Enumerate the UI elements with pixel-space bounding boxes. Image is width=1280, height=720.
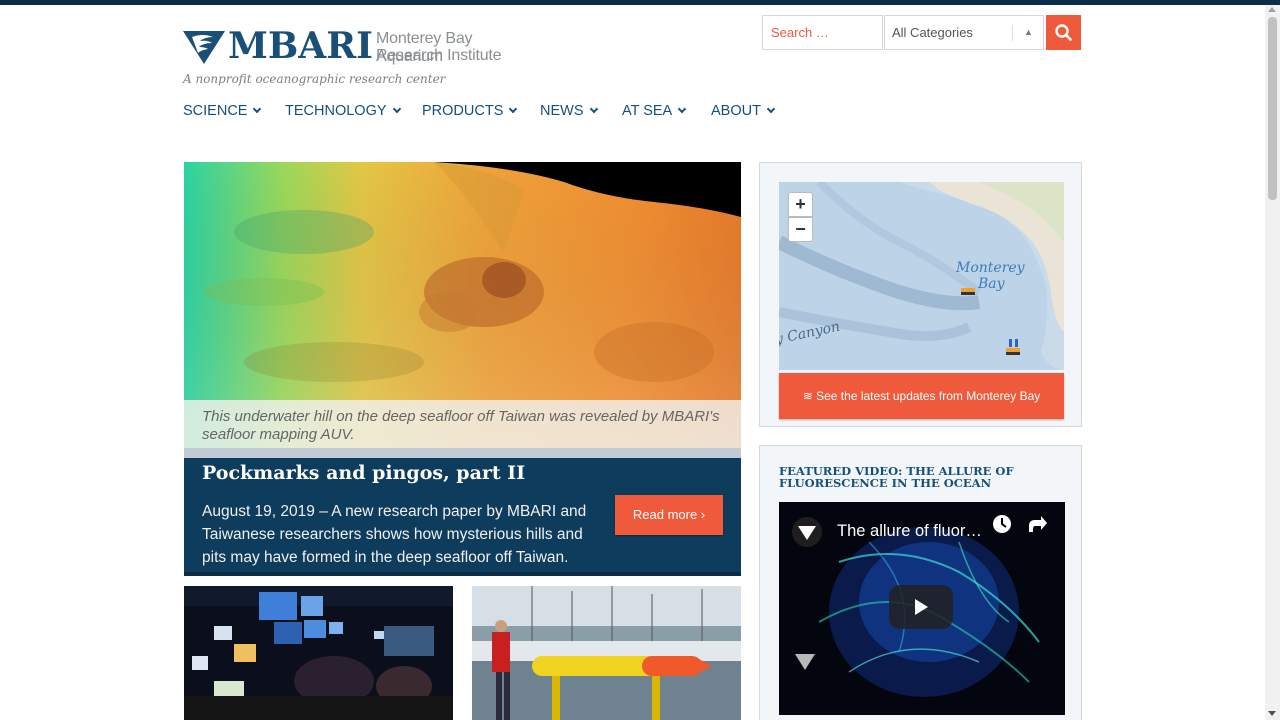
nav-products-label: PRODUCTS (422, 103, 504, 119)
category-select-value: All Categories (892, 25, 973, 40)
read-more-button[interactable]: Read more › (615, 495, 723, 535)
logo-subtitle-line2: Research Institute (376, 47, 502, 64)
chevron-down-icon (766, 104, 776, 114)
nav-about-label: ABOUT (711, 103, 761, 119)
featured-story-summary: August 19, 2019 – A new research paper b… (202, 503, 587, 566)
select-divider (1012, 25, 1013, 41)
nav-news[interactable]: NEWS (540, 103, 598, 119)
nav-science-label: SCIENCE (183, 103, 248, 119)
auv-marina-thumbnail[interactable] (472, 586, 741, 720)
search-icon (1055, 24, 1072, 41)
video-title[interactable]: The allure of fluorescence in the ocean (837, 522, 987, 541)
map-label-bay: Bay (978, 276, 1005, 292)
nav-at-sea-label: AT SEA (622, 103, 673, 119)
monterey-bay-map-widget: Monterey Bay y Canyon + − ≋ See the late… (759, 162, 1082, 427)
scrollbar-thumb[interactable] (1268, 17, 1277, 200)
nav-products[interactable]: PRODUCTS (422, 103, 518, 119)
nav-news-label: NEWS (540, 103, 584, 119)
chevron-down-icon (677, 104, 687, 114)
play-button[interactable] (889, 585, 953, 629)
nav-science[interactable]: SCIENCE (183, 103, 262, 119)
select-arrows-icon: ▲ (1024, 27, 1033, 37)
hero-caption: This underwater hill on the deep seafloo… (184, 400, 741, 448)
monterey-updates-button[interactable]: ≋ See the latest updates from Monterey B… (779, 373, 1064, 419)
nav-at-sea[interactable]: AT SEA (622, 103, 687, 119)
map-label-monterey: Monterey (956, 260, 1025, 276)
logo-wordmark: MBARI (228, 25, 373, 67)
chevron-down-icon (392, 104, 401, 114)
map-tiles (779, 182, 1064, 370)
site-tagline: A nonprofit oceanographic research cente… (183, 72, 446, 86)
featured-video-player[interactable]: The allure of fluorescence in the ocean (779, 502, 1065, 715)
hero-divider (184, 448, 741, 458)
featured-video-widget: FEATURED VIDEO: THE ALLURE OF FLUORESCEN… (759, 445, 1082, 720)
page-scrollbar[interactable] (1265, 5, 1280, 720)
control-room-thumbnail[interactable] (184, 586, 453, 720)
chevron-down-icon (509, 104, 518, 114)
nav-technology[interactable]: TECHNOLOGY (285, 103, 401, 119)
search-button[interactable] (1046, 15, 1081, 50)
chevron-down-icon (589, 104, 598, 114)
play-icon (915, 599, 928, 615)
top-accent-bar (0, 0, 1280, 5)
scroll-up-icon[interactable] (1268, 7, 1276, 12)
monterey-bay-map[interactable]: Monterey Bay y Canyon + − (779, 182, 1064, 370)
map-zoom-in-button[interactable]: + (788, 192, 813, 217)
control-room-photo (184, 586, 453, 720)
category-select[interactable]: All Categories ▲ (884, 15, 1044, 50)
chevron-down-icon (253, 104, 262, 114)
mbari-logo-icon (183, 31, 225, 64)
featured-story: Pockmarks and pingos, part II August 19,… (184, 458, 741, 576)
search-input[interactable] (762, 15, 883, 50)
auv-photo (472, 586, 741, 720)
nav-about[interactable]: ABOUT (711, 103, 776, 119)
scroll-down-icon[interactable] (1268, 711, 1276, 716)
map-zoom-out-button[interactable]: − (788, 217, 813, 242)
featured-video-heading: FEATURED VIDEO: THE ALLURE OF FLUORESCEN… (779, 464, 1014, 490)
nav-technology-label: TECHNOLOGY (285, 103, 387, 119)
featured-story-title[interactable]: Pockmarks and pingos, part II (202, 462, 525, 484)
